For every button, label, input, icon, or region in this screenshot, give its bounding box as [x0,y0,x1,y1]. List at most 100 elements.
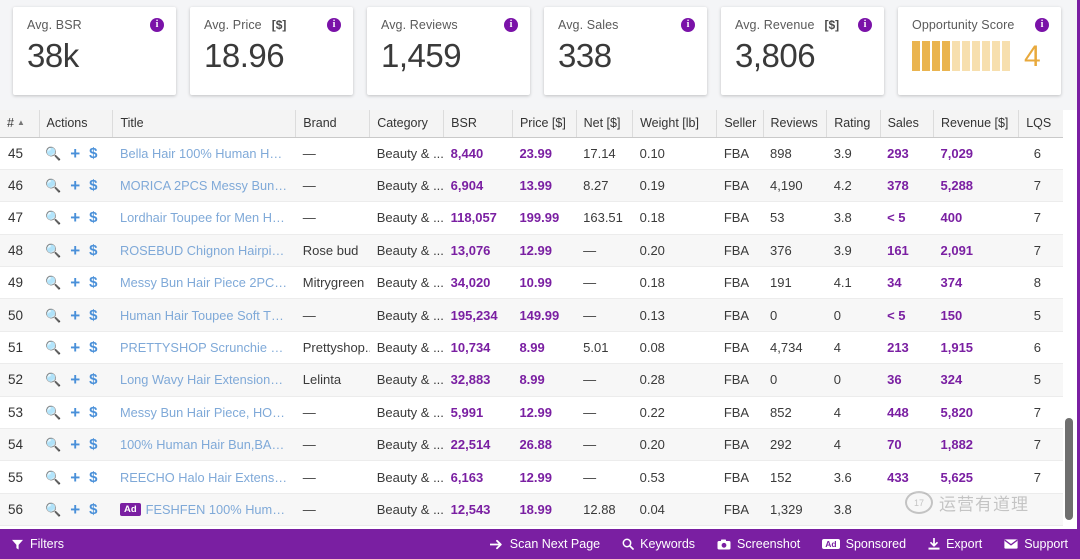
row-actions[interactable]: 🔍 + $ [39,429,113,461]
dollar-icon[interactable]: $ [89,437,97,452]
product-title-link[interactable]: ROSEBUD Chignon Hairpiece ... [120,243,289,258]
magnifier-icon[interactable]: 🔍 [45,471,61,484]
column-header-title[interactable]: Title [113,110,296,137]
column-header-revenue[interactable]: Revenue [$] [934,110,1019,137]
magnifier-icon[interactable]: 🔍 [45,438,61,451]
filters-button[interactable]: Filters [12,537,64,551]
plus-icon[interactable]: + [70,339,80,356]
magnifier-icon[interactable]: 🔍 [45,179,61,192]
plus-icon[interactable]: + [70,469,80,486]
support-button[interactable]: Support [1004,537,1068,551]
column-header-net[interactable]: Net [$] [576,110,632,137]
dollar-icon[interactable]: $ [89,275,97,290]
magnifier-icon[interactable]: 🔍 [45,244,61,257]
row-actions[interactable]: 🔍+$ [39,364,113,396]
row-actions[interactable]: 🔍 + $ [39,169,113,201]
product-title-link[interactable]: MORICA 2PCS Messy Bun Hai... [120,178,289,193]
table-row[interactable]: 48🔍+$ROSEBUD Chignon Hairpiece ...Rose b… [0,234,1063,266]
keywords-button[interactable]: Keywords [622,537,695,551]
product-title-link[interactable]: REECHO Halo Hair Extensions... [120,470,289,485]
column-header-seller[interactable]: Seller [717,110,763,137]
table-row[interactable]: 45🔍+$Bella Hair 100% Human Hair S...—Bea… [0,137,1063,169]
row-title[interactable]: Human Hair Toupee Soft Thin... [113,299,296,331]
row-title[interactable]: 100% Human Hair Bun,BARSD... [113,429,296,461]
table-row[interactable]: 55🔍+$REECHO Halo Hair Extensions...—Beau… [0,461,1063,493]
plus-icon[interactable]: + [70,404,80,421]
product-table-container[interactable]: #▲ Actions Title Brand Category BSR Pric… [0,110,1080,527]
info-icon[interactable]: i [150,18,164,32]
info-icon[interactable]: i [1035,18,1049,32]
product-title-link[interactable]: Bella Hair 100% Human Hair S... [120,146,289,161]
export-button[interactable]: Export [928,537,982,551]
plus-icon[interactable]: + [70,501,80,518]
product-title-link[interactable]: Lordhair Toupee for Men Hum... [120,210,289,225]
product-title-link[interactable]: PRETTYSHOP Scrunchie Bun ... [120,340,289,355]
table-row[interactable]: 46🔍+$MORICA 2PCS Messy Bun Hai...—Beauty… [0,169,1063,201]
row-actions[interactable]: 🔍+$ [39,267,113,299]
product-title-link[interactable]: FESHFEN 100% Human H... [146,502,289,517]
dollar-icon[interactable]: $ [89,470,97,485]
row-title[interactable]: Bella Hair 100% Human Hair S... [113,137,296,169]
column-header-price[interactable]: Price [$] [512,110,576,137]
row-title[interactable]: Messy Bun Hair Piece 2PCS H... [113,267,296,299]
plus-icon[interactable]: + [70,371,80,388]
dollar-icon[interactable]: $ [89,502,97,517]
magnifier-icon[interactable]: 🔍 [45,211,61,224]
table-row[interactable]: 51🔍+$PRETTYSHOP Scrunchie Bun ...Prettys… [0,331,1063,363]
row-title[interactable]: Long Wavy Hair Extensions wi... [113,364,296,396]
row-actions[interactable]: 🔍 + $ [39,137,113,169]
dollar-icon[interactable]: $ [89,372,97,387]
row-title[interactable]: PRETTYSHOP Scrunchie Bun ... [113,331,296,363]
dollar-icon[interactable]: $ [89,210,97,225]
info-icon[interactable]: i [858,18,872,32]
dollar-icon[interactable]: $ [89,146,97,161]
table-row[interactable]: 54🔍+$100% Human Hair Bun,BARSD...—Beauty… [0,429,1063,461]
plus-icon[interactable]: + [70,145,80,162]
table-row[interactable]: 52🔍+$Long Wavy Hair Extensions wi...Leli… [0,364,1063,396]
plus-icon[interactable]: + [70,177,80,194]
dollar-icon[interactable]: $ [89,340,97,355]
product-title-link[interactable]: Messy Bun Hair Piece, HOOJI... [120,405,289,420]
dollar-icon[interactable]: $ [89,178,97,193]
plus-icon[interactable]: + [70,307,80,324]
column-header-lqs[interactable]: LQS [1019,110,1063,137]
row-title[interactable]: MORICA 2PCS Messy Bun Hai... [113,169,296,201]
plus-icon[interactable]: + [70,209,80,226]
table-row[interactable]: 47🔍+$Lordhair Toupee for Men Hum...—Beau… [0,202,1063,234]
column-header-reviews[interactable]: Reviews [763,110,827,137]
column-header-actions[interactable]: Actions [39,110,113,137]
row-title[interactable]: REECHO Halo Hair Extensions... [113,461,296,493]
plus-icon[interactable]: + [70,436,80,453]
row-actions[interactable]: 🔍 + $ [39,461,113,493]
scrollbar-thumb[interactable] [1065,418,1073,520]
magnifier-icon[interactable]: 🔍 [45,276,61,289]
table-row[interactable]: 50🔍+$Human Hair Toupee Soft Thin...—Beau… [0,299,1063,331]
product-title-link[interactable]: Messy Bun Hair Piece 2PCS H... [120,275,289,290]
column-header-brand[interactable]: Brand [296,110,370,137]
column-header-weight[interactable]: Weight [lb] [633,110,717,137]
dollar-icon[interactable]: $ [89,405,97,420]
row-actions[interactable]: 🔍 + $ [39,234,113,266]
product-title-link[interactable]: Long Wavy Hair Extensions wi... [120,372,289,387]
plus-icon[interactable]: + [70,242,80,259]
info-icon[interactable]: i [504,18,518,32]
column-header-index[interactable]: #▲ [0,110,39,137]
scan-next-page-button[interactable]: Scan Next Page [490,537,600,551]
magnifier-icon[interactable]: 🔍 [45,406,61,419]
column-header-sales[interactable]: Sales [880,110,933,137]
table-row[interactable]: 53🔍+$Messy Bun Hair Piece, HOOJI...—Beau… [0,396,1063,428]
product-title-link[interactable]: 100% Human Hair Bun,BARSD... [120,437,289,452]
row-actions[interactable]: 🔍 + $ [39,331,113,363]
row-title[interactable]: Messy Bun Hair Piece, HOOJI... [113,396,296,428]
table-row[interactable]: 49🔍+$Messy Bun Hair Piece 2PCS H...Mitry… [0,267,1063,299]
magnifier-icon[interactable]: 🔍 [45,147,61,160]
row-actions[interactable]: 🔍 + $ [39,396,113,428]
magnifier-icon[interactable]: 🔍 [45,503,61,516]
dollar-icon[interactable]: $ [89,243,97,258]
column-header-bsr[interactable]: BSR [444,110,513,137]
dollar-icon[interactable]: $ [89,308,97,323]
table-row[interactable]: 56🔍+$AdFESHFEN 100% Human H...—Beauty & … [0,493,1063,525]
row-actions[interactable]: 🔍+$ [39,299,113,331]
magnifier-icon[interactable]: 🔍 [45,341,61,354]
sponsored-button[interactable]: Ad Sponsored [822,537,906,551]
